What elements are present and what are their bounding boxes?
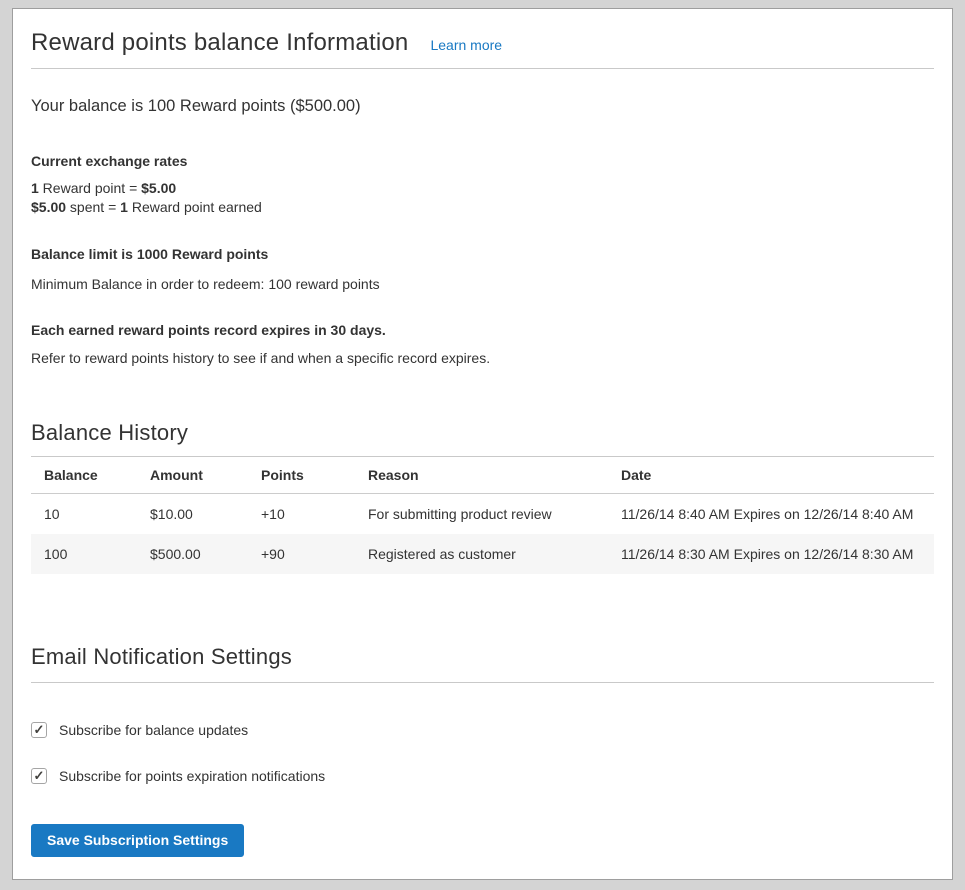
subscription-label: Subscribe for balance updates	[59, 722, 248, 738]
table-row: 10 $10.00 +10 For submitting product rev…	[31, 494, 934, 535]
table-row: 100 $500.00 +90 Registered as customer 1…	[31, 534, 934, 574]
balance-history-header: Balance History	[31, 419, 934, 457]
balance-limit-notice: Balance limit is 1000 Reward points	[31, 244, 934, 264]
balance-history-title: Balance History	[31, 419, 934, 447]
rate-points-value: 1	[120, 199, 128, 215]
cell-amount: $500.00	[137, 534, 248, 574]
rate-money-value: $5.00	[141, 180, 176, 196]
cell-amount: $10.00	[137, 494, 248, 535]
rate-text: spent =	[66, 199, 120, 215]
cell-date: 11/26/14 8:40 AM Expires on 12/26/14 8:4…	[608, 494, 934, 535]
column-header-amount: Amount	[137, 457, 248, 494]
exchange-rates-heading: Current exchange rates	[31, 151, 934, 171]
cell-points: +90	[248, 534, 355, 574]
balance-summary: Your balance is 100 Reward points ($500.…	[31, 95, 934, 117]
cell-reason: Registered as customer	[355, 534, 608, 574]
column-header-balance: Balance	[31, 457, 137, 494]
save-subscription-settings-button[interactable]: Save Subscription Settings	[31, 824, 244, 857]
table-header-row: Balance Amount Points Reason Date	[31, 457, 934, 494]
cell-reason: For submitting product review	[355, 494, 608, 535]
cell-date: 11/26/14 8:30 AM Expires on 12/26/14 8:3…	[608, 534, 934, 574]
subscription-option-balance-updates[interactable]: Subscribe for balance updates	[31, 722, 934, 738]
subscription-label: Subscribe for points expiration notifica…	[59, 768, 325, 784]
rate-text: Reward point =	[39, 180, 141, 196]
cell-balance: 10	[31, 494, 137, 535]
email-notifications-header: Email Notification Settings	[31, 643, 934, 683]
exchange-rates: 1 Reward point = $5.00 $5.00 spent = 1 R…	[31, 179, 934, 217]
balance-history-table: Balance Amount Points Reason Date 10 $10…	[31, 457, 934, 574]
cell-points: +10	[248, 494, 355, 535]
email-notifications-title: Email Notification Settings	[31, 643, 934, 671]
subscription-checkbox-1[interactable]	[31, 768, 47, 784]
learn-more-link[interactable]: Learn more	[430, 37, 502, 53]
rate-text: Reward point earned	[128, 199, 262, 215]
exchange-rate-line-2: $5.00 spent = 1 Reward point earned	[31, 198, 934, 217]
column-header-date: Date	[608, 457, 934, 494]
subscription-checkbox-0[interactable]	[31, 722, 47, 738]
cell-balance: 100	[31, 534, 137, 574]
expiration-notice: Each earned reward points record expires…	[31, 320, 934, 340]
expiration-note: Refer to reward points history to see if…	[31, 348, 934, 368]
subscription-option-expiration-notifications[interactable]: Subscribe for points expiration notifica…	[31, 768, 934, 784]
page-header: Reward points balance Information Learn …	[31, 9, 934, 69]
exchange-rate-line-1: 1 Reward point = $5.00	[31, 179, 934, 198]
rate-points-value: 1	[31, 180, 39, 196]
page-title: Reward points balance Information	[31, 28, 408, 58]
column-header-reason: Reason	[355, 457, 608, 494]
reward-points-panel: Reward points balance Information Learn …	[12, 8, 953, 880]
minimum-balance-notice: Minimum Balance in order to redeem: 100 …	[31, 274, 934, 294]
column-header-points: Points	[248, 457, 355, 494]
rate-money-value: $5.00	[31, 199, 66, 215]
